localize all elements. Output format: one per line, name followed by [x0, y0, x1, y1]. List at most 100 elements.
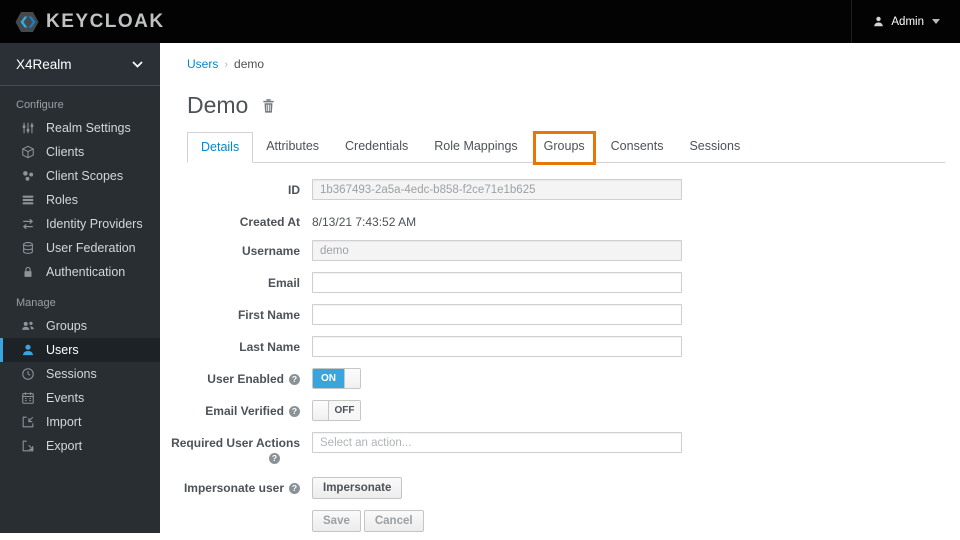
toggle-off-label: OFF — [329, 401, 360, 420]
sidebar-section-configure: Configure — [16, 99, 64, 111]
help-icon: ? — [289, 482, 300, 494]
keycloak-logo[interactable]: KEYCLOAK — [0, 10, 165, 34]
top-header-bar: KEYCLOAK Admin — [0, 0, 960, 43]
required-user-actions-select[interactable] — [312, 432, 682, 453]
sidebar-item-groups[interactable]: Groups — [0, 314, 160, 338]
email-label: Email — [267, 276, 300, 290]
breadcrumb-current: demo — [234, 57, 265, 71]
user-tabs: Details Attributes Credentials Role Mapp… — [187, 131, 945, 165]
created-at-label: Created At — [239, 215, 300, 229]
last-name-field[interactable] — [312, 336, 682, 357]
cube-icon — [20, 144, 36, 160]
form-row-impersonate: Impersonate user? Impersonate — [184, 477, 945, 499]
sidebar-section-manage: Manage — [16, 297, 56, 309]
sidebar-item-label: Roles — [46, 193, 78, 207]
form-row-email: Email — [187, 272, 945, 293]
sidebar-item-label: Identity Providers — [46, 217, 143, 231]
sidebar-item-label: Users — [46, 343, 79, 357]
created-at-value: 8/13/21 7:43:52 AM — [312, 215, 417, 229]
form-row-id: ID — [187, 179, 945, 200]
user-icon — [20, 342, 36, 358]
database-icon — [20, 240, 36, 256]
tab-credentials[interactable]: Credentials — [332, 132, 421, 163]
form-row-required-user-actions: Required User Actions ? — [171, 432, 945, 464]
form-row-email-verified: Email Verified? OFF — [187, 400, 945, 421]
person-icon — [872, 15, 885, 28]
toggle-handle — [344, 369, 360, 388]
layers-icon — [20, 192, 36, 208]
realm-name: X4Realm — [16, 56, 72, 72]
help-icon: ? — [289, 405, 300, 417]
help-icon: ? — [289, 373, 300, 385]
sidebar-item-authentication[interactable]: Authentication — [0, 260, 160, 284]
sidebar-item-import[interactable]: Import — [0, 410, 160, 434]
chevron-down-icon — [132, 60, 143, 68]
sidebar-item-export[interactable]: Export — [0, 434, 160, 458]
tab-details[interactable]: Details — [187, 132, 254, 163]
sidebar-item-label: Realm Settings — [46, 121, 131, 135]
sidebar-item-clients[interactable]: Clients — [0, 140, 160, 164]
sidebar-item-user-federation[interactable]: User Federation — [0, 236, 160, 260]
last-name-label: Last Name — [239, 340, 300, 354]
sidebar-item-label: Sessions — [46, 367, 97, 381]
exchange-arrows-icon — [20, 216, 36, 232]
tab-role-mappings[interactable]: Role Mappings — [421, 132, 530, 163]
email-verified-label: Email Verified? — [187, 400, 300, 418]
impersonate-user-label: Impersonate user? — [184, 477, 300, 495]
sidebar-item-client-scopes[interactable]: Client Scopes — [0, 164, 160, 188]
breadcrumb-users-link[interactable]: Users — [187, 57, 218, 71]
main-content: Users › demo Demo Details Attributes Crede… — [160, 43, 960, 533]
tab-consents[interactable]: Consents — [598, 132, 677, 163]
sidebar-item-roles[interactable]: Roles — [0, 188, 160, 212]
impersonate-button[interactable]: Impersonate — [312, 477, 403, 499]
caret-down-icon — [932, 19, 940, 24]
username-label: Username — [241, 244, 300, 258]
required-user-actions-label: Required User Actions ? — [171, 436, 300, 464]
email-verified-toggle[interactable]: OFF — [312, 400, 361, 421]
admin-user-menu[interactable]: Admin — [851, 0, 960, 43]
form-row-created-at: Created At 8/13/21 7:43:52 AM — [187, 211, 945, 229]
sidebar-item-label: Import — [46, 415, 82, 429]
toggle-on-label: ON — [313, 369, 344, 388]
sidebar-item-label: Groups — [46, 319, 87, 333]
breadcrumb-separator: › — [224, 59, 229, 71]
email-field[interactable] — [312, 272, 682, 293]
cancel-button[interactable]: Cancel — [363, 510, 424, 532]
page-title: Demo — [187, 92, 249, 118]
user-enabled-label: User Enabled? — [187, 368, 300, 386]
sidebar-item-label: Client Scopes — [46, 169, 124, 183]
save-button[interactable]: Save — [312, 510, 361, 532]
sidebar-item-identity-providers[interactable]: Identity Providers — [0, 212, 160, 236]
tab-attributes[interactable]: Attributes — [253, 132, 332, 163]
tab-sessions[interactable]: Sessions — [676, 132, 753, 163]
sidebar: X4Realm Configure Realm Settings Clients — [0, 43, 160, 533]
brand-name: KEYCLOAK — [46, 10, 165, 32]
admin-user-label: Admin — [891, 15, 924, 28]
sidebar-item-sessions[interactable]: Sessions — [0, 362, 160, 386]
realm-selector[interactable]: X4Realm — [0, 43, 160, 86]
form-row-last-name: Last Name — [187, 336, 945, 357]
first-name-field[interactable] — [312, 304, 682, 325]
sidebar-item-label: Export — [46, 439, 83, 453]
sidebar-item-label: User Federation — [46, 241, 136, 255]
clock-icon — [20, 366, 36, 382]
tab-groups[interactable]: Groups — [531, 131, 598, 165]
first-name-label: First Name — [237, 308, 300, 322]
sliders-icon — [20, 120, 36, 136]
form-row-user-enabled: User Enabled? ON — [187, 368, 945, 389]
username-field — [312, 240, 682, 261]
group-icon — [20, 318, 36, 334]
export-icon — [20, 438, 36, 454]
user-enabled-toggle[interactable]: ON — [312, 368, 361, 389]
form-row-actions: Save Cancel — [187, 510, 945, 532]
sidebar-item-realm-settings[interactable]: Realm Settings — [0, 116, 160, 140]
import-icon — [20, 414, 36, 430]
cluster-icon — [20, 168, 36, 184]
sidebar-item-label: Clients — [46, 145, 85, 159]
lock-icon — [20, 264, 36, 280]
sidebar-item-events[interactable]: Events — [0, 386, 160, 410]
delete-user-button[interactable] — [261, 98, 276, 114]
toggle-handle — [313, 401, 329, 420]
breadcrumb: Users › demo — [187, 57, 945, 71]
sidebar-item-users[interactable]: Users — [0, 338, 160, 362]
